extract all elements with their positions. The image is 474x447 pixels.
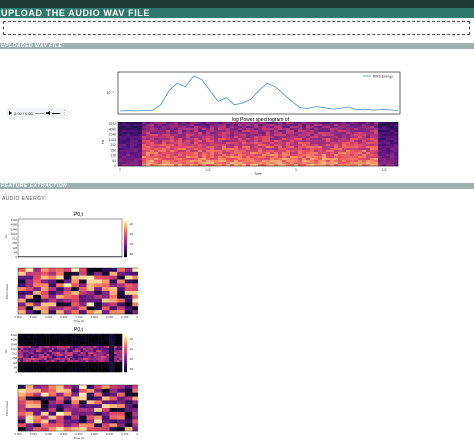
- pot-ytick: 0: [15, 255, 17, 259]
- rms-ytick: 10⁻¹: [106, 90, 115, 95]
- pot-colorbar: [124, 219, 127, 258]
- spectrogram-ytick: 8192: [109, 122, 116, 126]
- pot-empty-area: [18, 219, 122, 257]
- audio-time: 0:00 / 0:00: [14, 110, 33, 116]
- pitch-class-xtick: 0.700: [121, 432, 128, 436]
- pot-ytick: 1024: [11, 347, 18, 351]
- pot-ylabel: Hz: [4, 234, 8, 238]
- audio-seek-bar[interactable]: [34, 112, 44, 114]
- rms-plot-frame: [117, 71, 401, 115]
- spectrogram-xtick: 1.5: [382, 168, 387, 172]
- pitch-class-xtick: 0.200: [45, 315, 52, 319]
- spectrogram-xtick: 1: [295, 168, 297, 172]
- pitch-class-xtick: 0.100: [30, 432, 37, 436]
- spectrogram-ytick: 256: [111, 148, 117, 152]
- more-options-icon[interactable]: ⋮: [62, 110, 67, 116]
- file-dropzone[interactable]: [3, 21, 470, 35]
- pot-ytick: 8192: [11, 333, 18, 337]
- pot-cells: [18, 334, 123, 373]
- pot-ytick: 1024: [11, 232, 18, 236]
- pot-ytick: 4096: [11, 223, 18, 227]
- spectrogram-xtick: 0: [119, 168, 121, 172]
- spectrogram-ytick: 512: [111, 143, 117, 147]
- pot-chart-2: 8192409620481024512256128640 Hz -20 -40 -60 -…: [4, 333, 133, 374]
- pot-colorbar-tick: -60: [129, 357, 133, 361]
- pot-ytick: 64: [14, 365, 18, 369]
- pot-ytick: 128: [12, 361, 17, 365]
- pot-colorbar-tick: -80: [129, 252, 133, 256]
- pot-ytick: 0: [15, 370, 17, 374]
- pot-ytick: 256: [12, 356, 17, 360]
- pot-colorbar-tick: -60: [129, 242, 133, 246]
- spectrogram-ytick: 1024: [109, 138, 116, 142]
- pot-ytick: 512: [12, 352, 17, 356]
- spectrogram-xtick: 0.5: [206, 168, 211, 172]
- audio-player[interactable]: 0:00 / 0:00 ⋮: [6, 108, 70, 118]
- pot-ylabel: Hz: [4, 349, 8, 353]
- spectrogram-xlabel: Time: [254, 172, 262, 176]
- pitch-class-xtick: 0.000: [15, 315, 22, 319]
- page-title: UPLOAD THE AUDIO WAV FILE: [0, 8, 474, 18]
- pitch-class-xtick: 0.700: [121, 315, 128, 319]
- pitch-class-xlabel: Time (s): [74, 319, 85, 323]
- pot-ytick: 8192: [11, 218, 18, 222]
- pitch-class-xlabel: Time (s): [74, 436, 85, 440]
- pitch-class-cells: [18, 268, 138, 315]
- play-icon[interactable]: [9, 111, 12, 115]
- pot-colorbar-tick: -40: [129, 232, 133, 236]
- pitch-class-xtick: 0.600: [106, 315, 113, 319]
- pot-ytick: 128: [12, 246, 17, 250]
- spectrogram-ytick: 4096: [109, 127, 116, 131]
- spectrogram-ylabel: Hz: [101, 139, 105, 144]
- pitch-class-ylabel: Pitch Class: [5, 283, 9, 299]
- spectrogram-ytick: 64: [112, 159, 116, 163]
- feature-section-header: FEATURE EXTRACTION: [0, 183, 474, 189]
- pot-colorbar-tick: -80: [129, 367, 133, 371]
- pitch-class-chart-2: 0.000 0.100 0.200 0.300 0.400 0.500 0.600 0.700…: [5, 384, 139, 440]
- rms-energy-chart: 10⁻¹ RMS Energy: [106, 71, 401, 115]
- spectrogram-ytick: 0: [114, 164, 116, 168]
- uploaded-section-header: UPLOADED WAV FILE:: [0, 43, 474, 49]
- pot-colorbar-tick: -20: [129, 337, 133, 341]
- pot-colorbar-tick: -40: [129, 347, 133, 351]
- rms-legend-label: RMS Energy: [373, 75, 393, 79]
- pitch-class-xtick: 0.300: [60, 315, 67, 319]
- pitch-class-xtick: 0.800: [137, 315, 139, 319]
- spectrogram-cells: [118, 122, 399, 167]
- pitch-class-xtick: 0.500: [91, 315, 98, 319]
- spectrogram-ytick: 128: [111, 154, 117, 158]
- pot-ytick: 512: [12, 237, 17, 241]
- pitch-class-xtick: 0.000: [15, 432, 22, 436]
- pot-ytick: 64: [14, 250, 18, 254]
- pitch-class-xtick: 0.200: [45, 432, 52, 436]
- volume-icon[interactable]: [46, 111, 50, 115]
- pitch-class-xtick: 0.600: [106, 432, 113, 436]
- pot-colorbar-tick: -20: [129, 222, 133, 226]
- top-bar: [0, 0, 474, 8]
- spectrogram-chart: 81924096204810245122561286400 0.5 1 1.5Time…: [101, 122, 399, 176]
- pitch-class-xtick: 0.300: [60, 432, 67, 436]
- pitch-class-xtick: 0.100: [30, 315, 37, 319]
- pitch-class-ylabel: Pitch Class: [5, 400, 9, 416]
- pot-ytick: 2048: [11, 342, 18, 346]
- pot-ytick: 2048: [11, 227, 18, 231]
- pitch-class-cells: [18, 385, 138, 432]
- pot-ytick: 4096: [11, 338, 18, 342]
- pitch-class-xtick: 0.500: [91, 432, 98, 436]
- pitch-class-chart-1: 0.000 0.100 0.200 0.300 0.400 0.500 0.600 0.700…: [5, 267, 139, 323]
- audio-energy-label: AUDIO ENERGY:: [2, 196, 47, 202]
- spectrogram-ytick: 2048: [109, 133, 116, 137]
- pot-chart-1: 8192409620481024512256128640 Hz -20 -40 -60 -…: [4, 218, 133, 259]
- pot-ytick: 256: [12, 241, 17, 245]
- pot-colorbar: [124, 334, 127, 373]
- pitch-class-xtick: 0.800: [137, 432, 139, 436]
- volume-slider[interactable]: [52, 112, 60, 114]
